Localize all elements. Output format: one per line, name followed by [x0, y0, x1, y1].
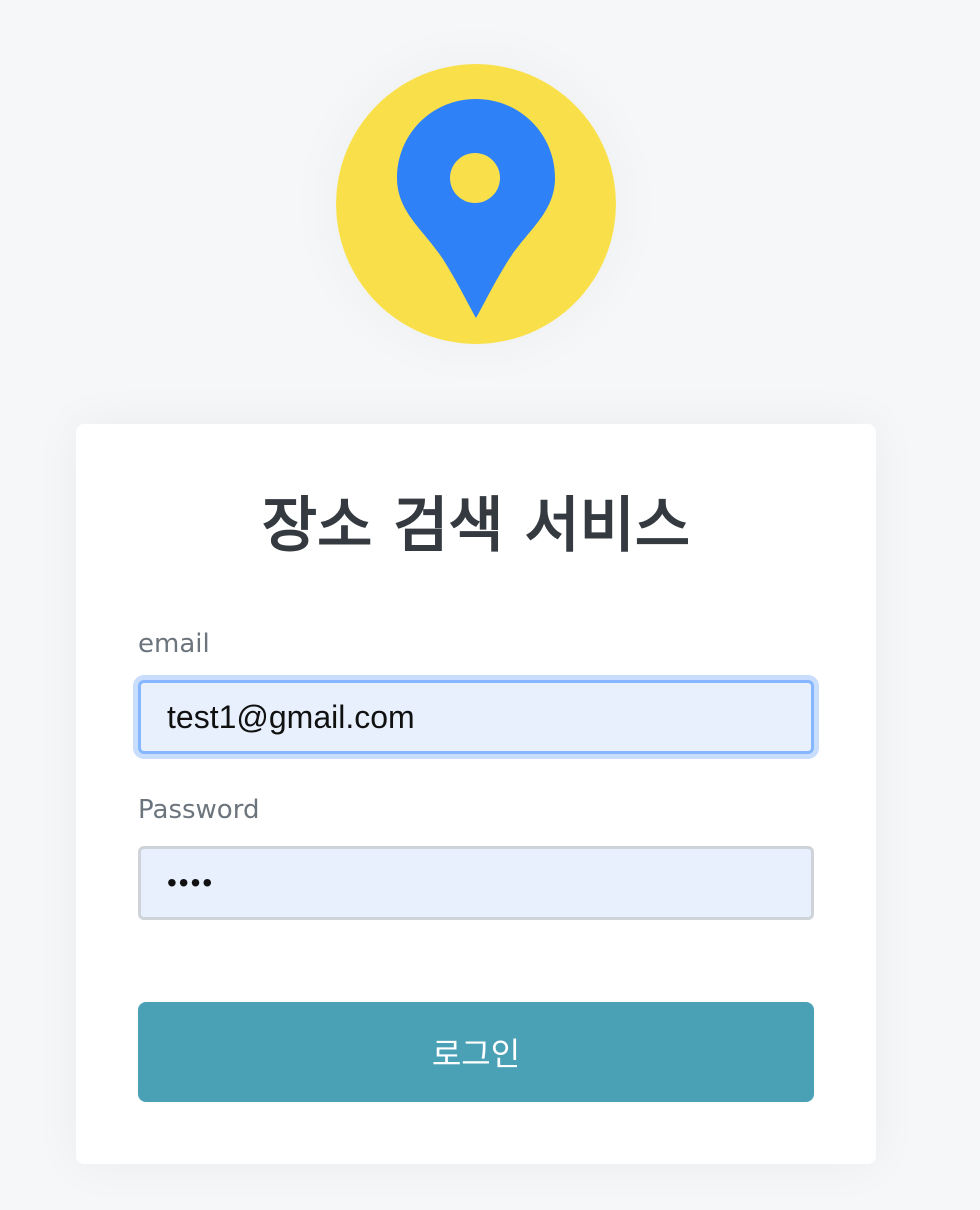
login-button[interactable]: 로그인 [138, 1002, 814, 1102]
page-title: 장소 검색 서비스 [261, 491, 691, 561]
login-card: 장소 검색 서비스 email Password 로그인 [76, 424, 876, 1164]
email-label: email [138, 629, 210, 659]
password-field[interactable] [138, 846, 814, 920]
password-label: Password [138, 795, 260, 825]
map-pin-logo [336, 64, 616, 344]
email-field[interactable] [138, 680, 814, 754]
login-page: 장소 검색 서비스 email Password 로그인 [0, 0, 980, 1210]
map-pin-icon [336, 64, 616, 344]
